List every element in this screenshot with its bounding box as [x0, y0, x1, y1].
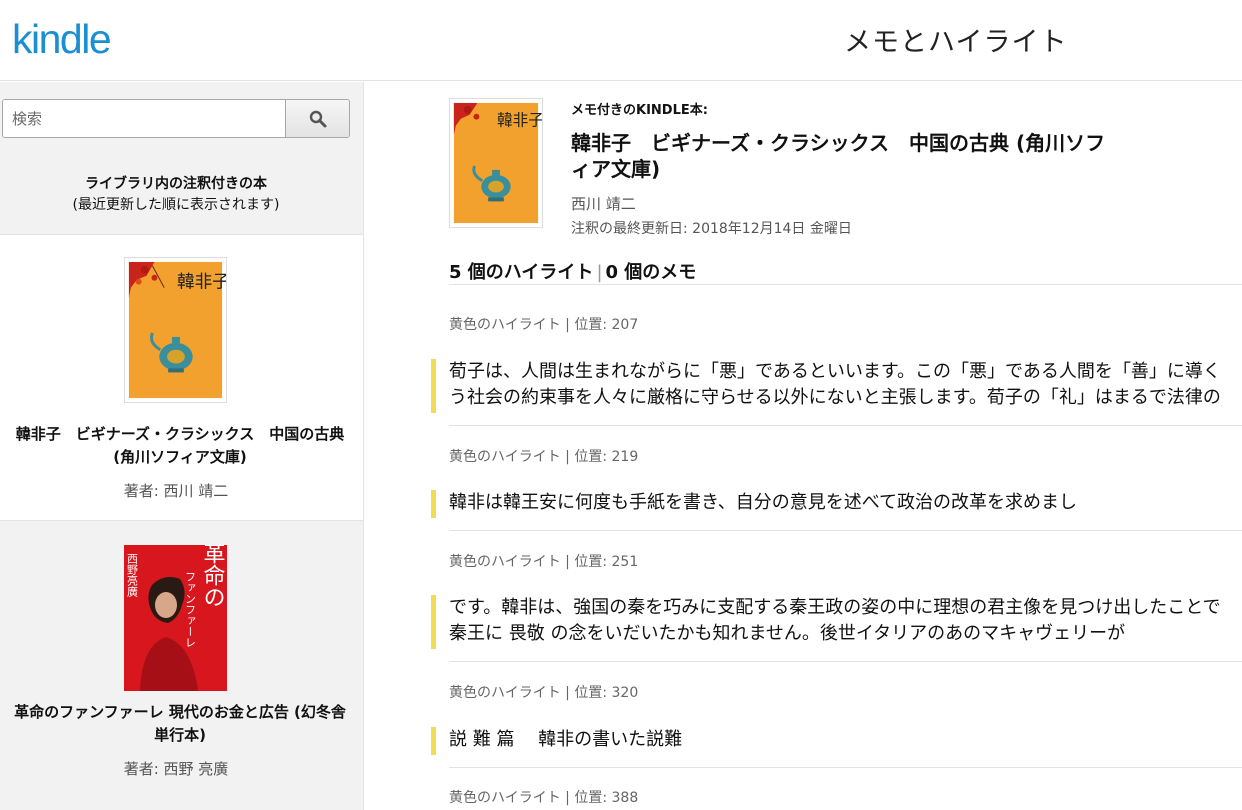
annotation-counts: 5 個のハイライト | 0 個のメモ	[449, 258, 696, 284]
highlight-meta[interactable]: 黄色のハイライト | 位置: 219	[449, 446, 638, 466]
divider	[449, 284, 1242, 285]
note-count[interactable]: 0 個のメモ	[606, 262, 697, 283]
highlight-meta[interactable]: 黄色のハイライト | 位置: 320	[449, 682, 638, 702]
highlight-color-bar	[431, 359, 436, 413]
book-title[interactable]: 革命のファンファーレ 現代のお金と広告 (幻冬舎単行本)	[10, 701, 350, 747]
divider	[449, 425, 1242, 426]
highlight-text: 荀子は、人間は生まれながらに「悪」であるといいます。この「悪」である人間を「善」…	[449, 361, 1221, 382]
last-updated-date: 注釈の最終更新日: 2018年12月14日 金曜日	[571, 221, 852, 237]
highlight-text: う社会の約束事を人々に厳格に守らせる以外にないと主張します。荀子の「礼」はまるで…	[449, 387, 1221, 408]
library-caption-subtitle: (最近更新した順に表示されます)	[72, 197, 280, 213]
cover-title-2: 革命の	[200, 545, 226, 608]
highlight-color-bar	[431, 727, 436, 755]
kindle-logo[interactable]: kindle	[12, 16, 112, 63]
search-input[interactable]	[3, 100, 285, 137]
sidebar-search-area: ライブラリ内の注釈付きの本 (最近更新した順に表示されます)	[0, 82, 363, 235]
highlight-item[interactable]: です。韓非は、強国の秦を巧みに支配する秦王政の姿の中に理想の君主像を見つけ出した…	[431, 595, 1242, 649]
book-title[interactable]: 韓非子 ビギナーズ・クラシックス 中国の古典 (角川ソフィア文庫)	[10, 423, 350, 469]
cover-subtitle-2: ファンファーレ	[184, 571, 197, 648]
divider	[449, 767, 1242, 768]
notes-main-panel: 韓非子 メモ付きのKINDLE本: 韓非子 ビギナーズ・クラシックス 中国の古典…	[364, 82, 1242, 810]
selected-book-title: 韓非子 ビギナーズ・クラシックス 中国の古典 (角川ソフィア文庫)	[571, 131, 1106, 181]
selected-book-author: 西川 靖二	[571, 195, 636, 213]
highlight-text: 説 難 篇 韓非の書いた説難	[449, 729, 683, 750]
highlight-meta[interactable]: 黄色のハイライト | 位置: 388	[449, 787, 638, 807]
library-book-item[interactable]: 韓非子 韓非子 ビギナーズ・クラシックス 中国の古典 (角川ソフィア文庫) 著者…	[0, 235, 363, 521]
page-title: メモとハイライト	[844, 27, 1068, 58]
search-icon	[309, 110, 326, 127]
highlight-item[interactable]: 説 難 篇 韓非の書いた説難	[431, 727, 1242, 755]
highlight-color-bar	[431, 595, 436, 649]
highlight-text: です。韓非は、強国の秦を巧みに支配する秦王政の姿の中に理想の君主像を見つけ出した…	[449, 597, 1221, 618]
highlight-meta[interactable]: 黄色のハイライト | 位置: 251	[449, 551, 638, 571]
divider	[449, 530, 1242, 531]
highlight-item[interactable]: 荀子は、人間は生まれながらに「悪」であるといいます。この「悪」である人間を「善」…	[431, 359, 1242, 413]
top-header: kindle メモとハイライト	[0, 0, 1242, 81]
book-author: 著者: 西野 亮廣	[123, 760, 229, 778]
notes-book-label: メモ付きのKINDLE本:	[571, 103, 708, 118]
highlight-text: 韓非は韓王安に何度も手紙を書き、自分の意見を述べて政治の改革を求めまし	[449, 492, 1078, 513]
divider	[449, 661, 1242, 662]
book-author: 著者: 西川 靖二	[123, 482, 229, 500]
book-cover-image: 革命の ファンファーレ 西野亮廣	[124, 545, 227, 691]
library-book-item[interactable]: 革命の ファンファーレ 西野亮廣 革命のファンファーレ 現代のお金と広告 (幻冬…	[0, 521, 363, 810]
library-caption-title: ライブラリ内の注釈付きの本	[85, 176, 267, 192]
search-box	[2, 99, 350, 138]
library-caption: ライブラリ内の注釈付きの本 (最近更新した順に表示されます)	[0, 174, 352, 216]
selected-cover-title: 韓非子	[497, 111, 543, 130]
selected-book-cover: 韓非子	[449, 98, 543, 228]
highlight-meta[interactable]: 黄色のハイライト | 位置: 207	[449, 314, 638, 334]
cover-author-2: 西野亮廣	[126, 553, 139, 598]
library-sidebar: ライブラリ内の注釈付きの本 (最近更新した順に表示されます) 韓非子 韓非子 ビ…	[0, 82, 364, 810]
cover-title-1: 韓非子	[177, 272, 227, 293]
count-separator: |	[596, 262, 603, 283]
highlight-text: 秦王に 畏敬 の念をいだいたかも知れません。後世イタリアのあのマキャヴェリーが	[449, 623, 1126, 644]
book-cover-image: 韓非子	[124, 257, 227, 403]
search-button[interactable]	[285, 100, 349, 137]
highlight-color-bar	[431, 490, 436, 518]
highlight-count[interactable]: 5 個のハイライト	[449, 262, 593, 283]
highlight-item[interactable]: 韓非は韓王安に何度も手紙を書き、自分の意見を述べて政治の改革を求めまし	[431, 490, 1242, 518]
